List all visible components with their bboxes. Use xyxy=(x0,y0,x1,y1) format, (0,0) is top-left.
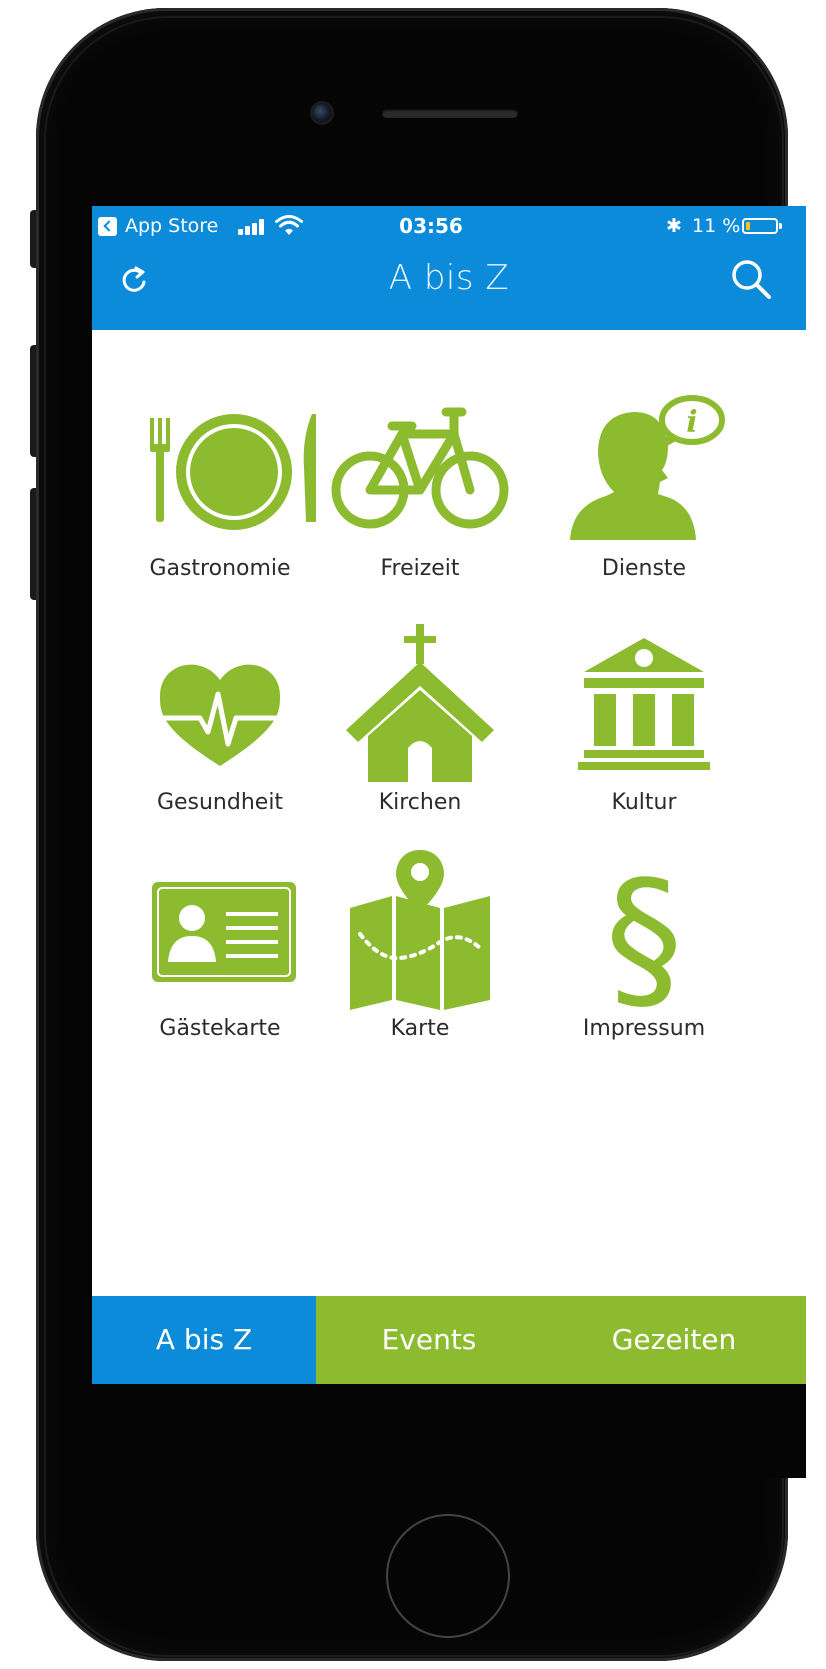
church-icon xyxy=(320,624,520,784)
home-button[interactable] xyxy=(386,1514,510,1638)
tile-label: Gastronomie xyxy=(149,556,291,581)
tab-events[interactable]: Events xyxy=(316,1296,542,1384)
search-icon[interactable] xyxy=(728,256,774,302)
tile-label: Gesundheit xyxy=(156,790,284,815)
screen-bottom-bezel xyxy=(92,1384,806,1478)
tile-gastronomie[interactable]: Gastronomie xyxy=(120,390,320,620)
svg-text:i: i xyxy=(686,405,697,440)
dining-icon xyxy=(120,390,320,550)
tab-a-bis-z[interactable]: A bis Z xyxy=(92,1296,316,1384)
device-frame-stage: App Store 03:56 ✱ 11 % A bis Z Gastronom… xyxy=(0,0,826,1669)
status-bar: App Store 03:56 ✱ 11 % xyxy=(92,206,806,246)
bicycle-icon xyxy=(320,390,520,550)
page-title: A bis Z xyxy=(388,258,510,298)
status-time: 03:56 xyxy=(399,214,463,238)
id-card-icon xyxy=(120,850,320,1010)
museum-icon xyxy=(544,624,744,784)
tile-label: Dienste xyxy=(601,556,687,581)
svg-text:§: § xyxy=(605,850,683,1010)
app-header: App Store 03:56 ✱ 11 % A bis Z xyxy=(92,206,806,330)
app-screen: App Store 03:56 ✱ 11 % A bis Z Gastronom… xyxy=(92,206,806,1478)
tile-dienste[interactable]: i Dienste xyxy=(544,390,744,620)
paragraph-icon: § xyxy=(544,850,744,1010)
tile-label: Karte xyxy=(390,1016,450,1041)
bottom-tab-bar: A bis Z Events Gezeiten xyxy=(92,1296,806,1384)
earpiece-speaker xyxy=(382,109,518,118)
tile-gesundheit[interactable]: Gesundheit xyxy=(120,624,320,854)
tab-gezeiten[interactable]: Gezeiten xyxy=(542,1296,806,1384)
info-person-icon: i xyxy=(544,390,744,550)
tile-gaestekarte[interactable]: Gästekarte xyxy=(120,850,320,1080)
tile-kirchen[interactable]: Kirchen xyxy=(320,624,520,854)
battery-icon xyxy=(742,218,782,234)
tile-karte[interactable]: Karte xyxy=(320,850,520,1080)
bluetooth-icon: ✱ xyxy=(666,215,682,237)
nav-row: A bis Z xyxy=(92,246,806,330)
tile-freizeit[interactable]: Freizeit xyxy=(320,390,520,620)
map-icon xyxy=(320,850,520,1010)
heart-pulse-icon xyxy=(120,624,320,784)
tile-label: Gästekarte xyxy=(159,1016,281,1041)
tile-impressum[interactable]: § Impressum xyxy=(544,850,744,1080)
tile-label: Kultur xyxy=(611,790,677,815)
tile-label: Freizeit xyxy=(380,556,460,581)
front-camera xyxy=(313,104,331,122)
tile-label: Kirchen xyxy=(378,790,462,815)
battery-percent: 11 % xyxy=(692,215,741,237)
tile-label: Impressum xyxy=(582,1016,706,1041)
tile-kultur[interactable]: Kultur xyxy=(544,624,744,854)
